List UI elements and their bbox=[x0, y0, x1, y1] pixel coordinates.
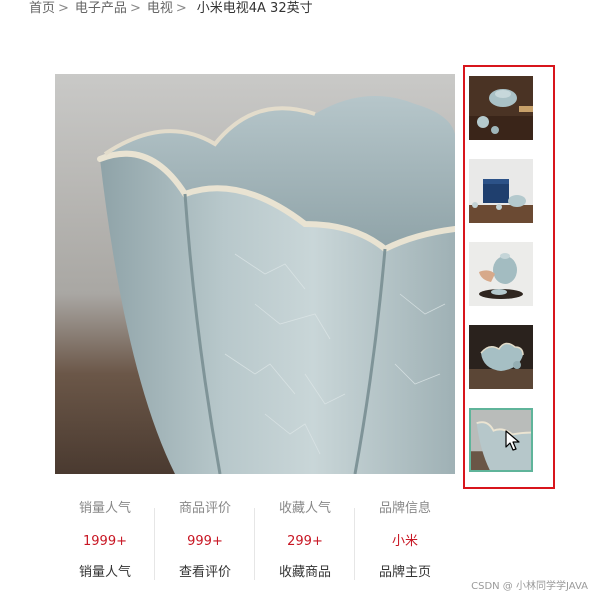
stat-brand-label: 品牌信息 bbox=[378, 501, 431, 516]
stat-sales: 销量人气 1999+ 销量人气 bbox=[55, 500, 155, 588]
breadcrumb: 首页 > 电子产品 > 电视 > 小米电视4A 32英寸 bbox=[29, 0, 313, 18]
breadcrumb-current: 小米电视4A 32英寸 bbox=[196, 1, 313, 16]
stat-reviews-label: 商品评价 bbox=[178, 501, 231, 516]
stat-brand: 品牌信息 小米 品牌主页 bbox=[355, 500, 455, 588]
view-reviews-link[interactable]: 查看评价 bbox=[155, 564, 255, 582]
stat-sales-value: 1999+ bbox=[83, 534, 127, 549]
stat-sales-link[interactable]: 销量人气 bbox=[55, 564, 155, 582]
stat-favorites-label: 收藏人气 bbox=[278, 501, 331, 516]
watermark: CSDN @ 小林同学学JAVA bbox=[471, 581, 588, 592]
favorite-product-link[interactable]: 收藏商品 bbox=[255, 564, 355, 582]
thumbnail-flower-bowl[interactable] bbox=[469, 325, 533, 389]
stat-reviews-value: 999+ bbox=[187, 534, 223, 549]
main-product-image[interactable] bbox=[55, 74, 455, 474]
thumbnail-pouring[interactable] bbox=[469, 242, 533, 306]
breadcrumb-home-link[interactable]: 首页 bbox=[29, 1, 55, 16]
breadcrumb-tv-link[interactable]: 电视 bbox=[147, 1, 173, 16]
stat-sales-label: 销量人气 bbox=[78, 501, 131, 516]
product-stats: 销量人气 1999+ 销量人气 商品评价 999+ 查看评价 收藏人气 299+… bbox=[55, 500, 455, 588]
thumbnail-gift-box[interactable] bbox=[469, 159, 533, 223]
breadcrumb-separator: > bbox=[129, 1, 141, 16]
stat-favorites-value: 299+ bbox=[287, 534, 323, 549]
thumbnail-teacups[interactable] bbox=[469, 76, 533, 140]
breadcrumb-separator: > bbox=[58, 1, 69, 16]
thumbnail-list bbox=[463, 65, 555, 489]
thumbnail-bowl-closeup[interactable] bbox=[469, 408, 533, 472]
stat-reviews: 商品评价 999+ 查看评价 bbox=[155, 500, 255, 588]
breadcrumb-separator: > bbox=[175, 1, 187, 16]
stat-favorites: 收藏人气 299+ 收藏商品 bbox=[255, 500, 355, 588]
brand-home-link[interactable]: 品牌主页 bbox=[355, 564, 455, 582]
stat-brand-value: 小米 bbox=[391, 534, 418, 549]
breadcrumb-electronics-link[interactable]: 电子产品 bbox=[75, 1, 127, 16]
